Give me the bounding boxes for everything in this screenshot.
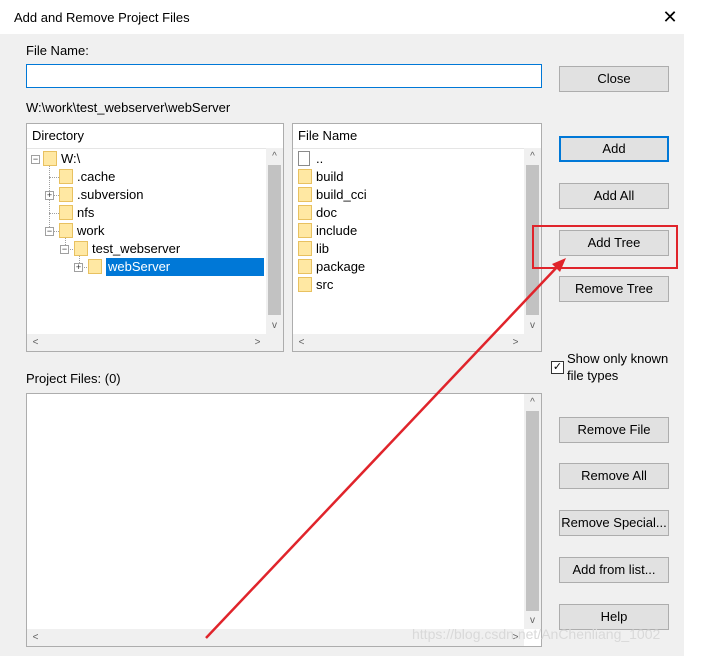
annotation-arrow <box>205 258 566 639</box>
annotation-arrow-line <box>205 265 559 639</box>
watermark: https://blog.csdn.net/AnChenliang_1002 <box>412 626 661 642</box>
